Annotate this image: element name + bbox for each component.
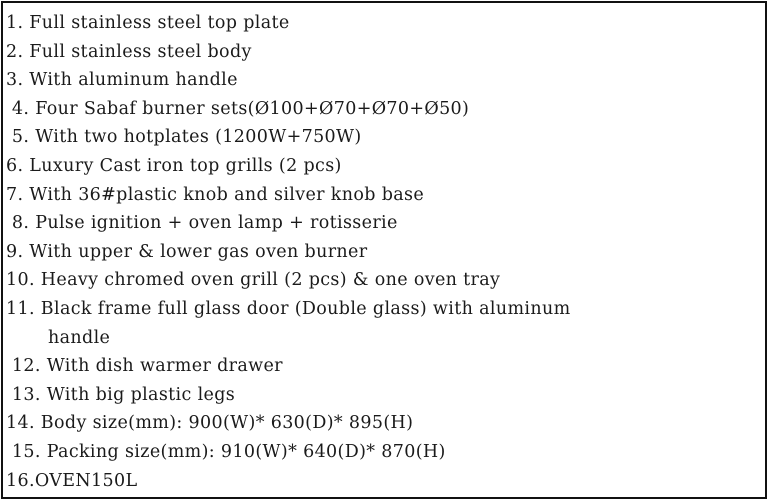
spec-line-item-6: 6. Luxury Cast iron top grills (2 pcs)	[6, 155, 342, 176]
spec-line-item-13: 13. With big plastic legs	[6, 384, 236, 405]
spec-line-item-3: 3. With aluminum handle	[6, 70, 238, 91]
spec-line-item-8: 8. Pulse ignition + oven lamp + rotisser…	[6, 213, 398, 234]
spec-line-item-12: 12. With dish warmer drawer	[6, 356, 283, 377]
spec-line-item-2: 2. Full stainless steel body	[6, 41, 252, 62]
spec-line-item-4: 4. Four Sabaf burner sets(Ø100+Ø70+Ø70+Ø…	[6, 98, 470, 119]
spec-line-item-1: 1. Full stainless steel top plate	[6, 13, 290, 33]
spec-line-item-10: 10. Heavy chromed oven grill (2 pcs) & o…	[6, 270, 501, 291]
spec-line-item-16: 16.OVEN150L	[6, 470, 138, 491]
specification-list: 1. Full stainless steel top plate 2. Full…	[3, 3, 765, 495]
spec-line-item-11: 11. Black frame full glass door (Double …	[6, 298, 571, 319]
spec-line-item-9: 9. With upper & lower gas oven burner	[6, 241, 368, 262]
spec-line-item-11-wrap: handle	[48, 327, 111, 348]
spec-line-item-5: 5. With two hotplates (1200W+750W)	[6, 127, 362, 148]
spec-line-item-15: 15. Packing size(mm): 910(W)* 640(D)* 87…	[6, 441, 446, 462]
specification-sheet: 1. Full stainless steel top plate 2. Full…	[1, 1, 767, 499]
spec-line-item-7: 7. With 36#plastic knob and silver knob …	[6, 184, 425, 205]
spec-line-item-14: 14. Body size(mm): 900(W)* 630(D)* 895(H…	[6, 413, 414, 434]
